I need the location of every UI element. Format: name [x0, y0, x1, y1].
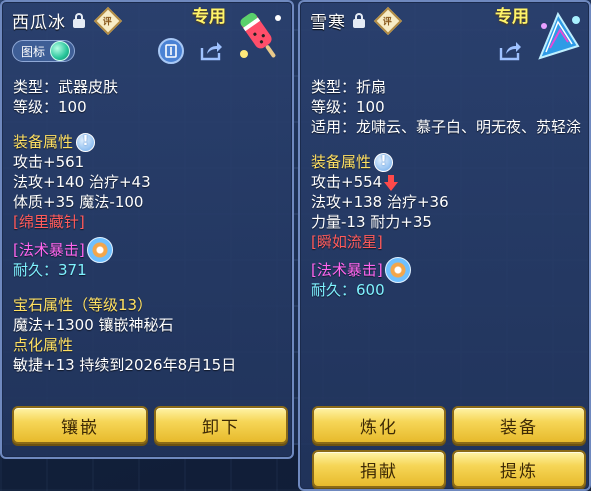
icon-toggle-label: 图标 — [21, 44, 46, 59]
item-thumbnail — [240, 12, 281, 58]
item-level: 等级：100 — [311, 98, 385, 116]
stat-attack-row: 攻击+554 — [311, 172, 581, 192]
donate-button[interactable]: 捐献 — [312, 450, 446, 488]
item-type: 类型：武器皮肤 — [13, 78, 119, 96]
stat-magic-heal: 法攻+140 治疗+43 — [13, 173, 151, 191]
stat-attack: 攻击+561 — [13, 153, 85, 171]
gem-effect: 魔法+1300 镶嵌神秘石 — [13, 316, 174, 334]
inlay-button[interactable]: 镶嵌 — [12, 406, 148, 444]
info-icon[interactable]: ! — [374, 152, 394, 172]
skill-name: [法术暴击] — [13, 241, 85, 259]
item-type: 类型：折扇 — [311, 78, 387, 96]
compare-item-tooltip: 雪寒 评 专用 类型：折扇 等级：100 适用：龙啸云、慕子白、明无夜、苏轻涂 … — [298, 0, 591, 491]
icon-toggle[interactable]: 图标 — [12, 40, 76, 62]
item-name: 雪寒 — [310, 13, 346, 33]
lock-icon[interactable] — [72, 13, 86, 28]
refine-button[interactable]: 炼化 — [312, 406, 446, 444]
item-level: 等级：100 — [13, 98, 87, 116]
skill-icon[interactable] — [384, 257, 411, 283]
stat-con-mp: 体质+35 魔法-100 — [13, 193, 144, 211]
skill-icon[interactable] — [86, 237, 113, 263]
skill-name: [法术暴击] — [311, 261, 383, 279]
stat-str-end: 力量-13 耐力+35 — [311, 213, 432, 231]
equip-attr-title: 装备属性 — [13, 133, 74, 151]
item-title-row: 雪寒 评 — [310, 6, 403, 35]
extract-button[interactable]: 提炼 — [452, 450, 586, 488]
equip-attr-header: 装备属性 ! — [13, 132, 284, 152]
durability: 耐久：371 — [13, 261, 87, 279]
equip-attr-header: 装备属性 ! — [311, 152, 581, 172]
equip-button[interactable]: 装备 — [452, 406, 586, 444]
share-icon[interactable] — [199, 40, 223, 62]
lock-icon[interactable] — [352, 13, 366, 28]
special-effect: [瞬如流星] — [311, 233, 383, 251]
enchant-effect: 敏捷+13 持续到2026年8月15日 — [13, 356, 237, 374]
applicable-roles: 适用：龙啸云、慕子白、明无夜、苏轻涂 — [311, 118, 582, 136]
skill-row: [法术暴击] — [311, 257, 581, 283]
exclusive-tag: 专用 — [192, 7, 226, 27]
item-title-row: 西瓜冰 评 — [12, 6, 123, 35]
info-icon[interactable]: ! — [76, 132, 96, 152]
stat-attack: 攻击+554 — [311, 173, 383, 191]
durability: 耐久：600 — [311, 281, 385, 299]
rate-icon[interactable]: 评 — [93, 6, 123, 35]
equip-attr-title: 装备属性 — [311, 153, 372, 171]
stat-magic-heal: 法攻+138 治疗+36 — [311, 193, 449, 211]
item-details: 类型：折扇 等级：100 适用：龙啸云、慕子白、明无夜、苏轻涂 装备属性 ! 攻… — [311, 77, 581, 300]
equipped-item-tooltip: 西瓜冰 评 专用 图标 类型：武器皮肤 等级：100 装备属性 ! 攻击+561… — [0, 0, 294, 459]
rate-icon[interactable]: 评 — [373, 6, 403, 35]
detail-icon[interactable] — [158, 38, 184, 64]
item-thumbnail — [538, 11, 580, 60]
arrow-down-icon — [384, 174, 399, 191]
item-details: 类型：武器皮肤 等级：100 装备属性 ! 攻击+561 法攻+140 治疗+4… — [13, 77, 284, 375]
skill-row: [法术暴击] — [13, 237, 284, 263]
share-icon[interactable] — [498, 40, 522, 62]
enchant-attr-title: 点化属性 — [13, 336, 74, 354]
unequip-button[interactable]: 卸下 — [154, 406, 288, 444]
special-effect: [绵里藏针] — [13, 213, 85, 231]
exclusive-tag: 专用 — [495, 7, 529, 27]
toggle-knob — [50, 41, 71, 61]
gem-attr-title: 宝石属性（等级13） — [13, 296, 153, 314]
item-name: 西瓜冰 — [12, 13, 66, 33]
